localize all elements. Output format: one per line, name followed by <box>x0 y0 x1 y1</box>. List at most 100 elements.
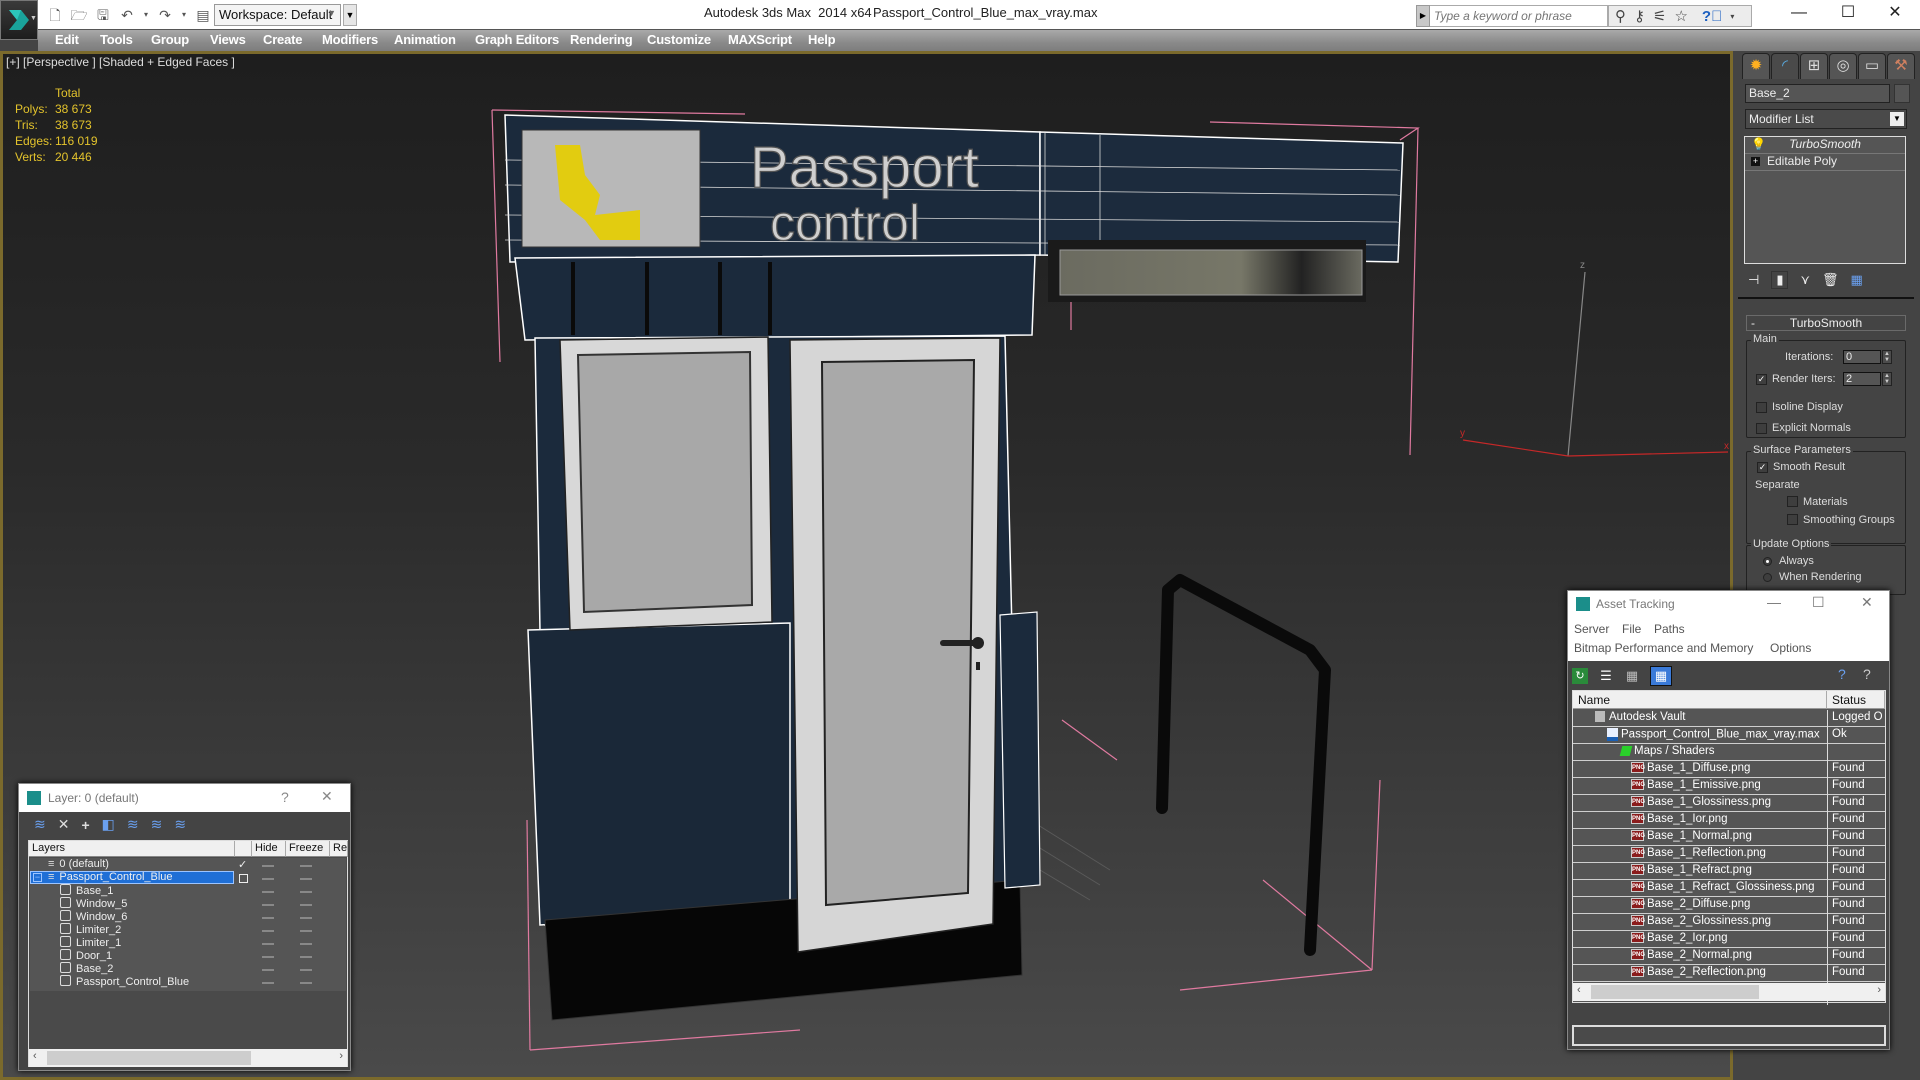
menu-maxscript[interactable]: MAXScript <box>728 32 792 47</box>
hide-toggle[interactable] <box>262 878 274 880</box>
iterations-spinner[interactable]: 0 <box>1843 350 1881 364</box>
freeze-toggle[interactable] <box>300 904 312 906</box>
asset-row[interactable]: PNG Base_1_Ior.png Found <box>1573 812 1885 829</box>
vault-help-icon[interactable]: ? <box>1838 666 1846 682</box>
maximize-button[interactable]: ☐ <box>1812 594 1825 611</box>
scroll-left-icon[interactable]: ‹ <box>33 1050 37 1062</box>
help-button[interactable]: ? <box>281 789 289 805</box>
freeze-toggle[interactable] <box>300 969 312 971</box>
menu-server[interactable]: Server <box>1574 622 1609 636</box>
maximize-button[interactable]: ☐ <box>1825 0 1871 29</box>
column-header-current[interactable] <box>235 841 252 857</box>
scrollbar-thumb[interactable] <box>1591 985 1759 999</box>
column-header-hide[interactable]: Hide <box>252 841 286 857</box>
object-color-swatch[interactable] <box>1894 84 1910 103</box>
freeze-toggle[interactable] <box>300 891 312 893</box>
new-layer-icon[interactable]: ≋ <box>34 816 46 833</box>
display-tab-icon[interactable]: ▭ <box>1858 53 1886 79</box>
configure-modifier-sets-icon[interactable]: ▦ <box>1851 272 1863 288</box>
smoothing-groups-checkbox[interactable] <box>1787 514 1798 525</box>
close-button[interactable]: ✕ <box>1861 594 1873 611</box>
hide-toggle[interactable] <box>262 930 274 932</box>
menu-paths[interactable]: Paths <box>1654 622 1685 636</box>
key-icon[interactable]: ⚷ <box>1634 7 1645 25</box>
hierarchy-tab-icon[interactable]: ⊞ <box>1800 53 1828 79</box>
asset-path-field[interactable] <box>1572 1025 1886 1046</box>
delete-layer-icon[interactable]: ✕ <box>58 816 70 833</box>
select-layer-icon[interactable]: ≋ <box>127 816 139 833</box>
help-icon[interactable]: ?⃝ <box>1702 8 1722 25</box>
add-to-layer-icon[interactable]: + <box>81 817 89 833</box>
make-unique-icon[interactable]: ⋎ <box>1800 272 1810 288</box>
search-expand-icon[interactable]: ▶ <box>1416 5 1430 27</box>
help-icon[interactable]: ? <box>1863 666 1871 682</box>
hide-toggle[interactable] <box>262 917 274 919</box>
new-file-icon[interactable]: 🗋 <box>46 6 64 24</box>
spinner-arrows-icon[interactable]: ▲ ▼ <box>1882 372 1892 386</box>
asset-row[interactable]: PNG Base_1_Glossiness.png Found <box>1573 795 1885 812</box>
modifier-list-dropdown[interactable]: Modifier List ▼ <box>1745 109 1907 129</box>
asset-row[interactable]: Autodesk Vault Logged O <box>1573 710 1885 727</box>
render-iters-checkbox[interactable]: ✓ <box>1756 374 1767 385</box>
close-button[interactable]: ✕ <box>321 788 333 805</box>
remove-modifier-icon[interactable]: 🗑 <box>1822 272 1839 288</box>
chevron-down-icon[interactable]: ▾ <box>1730 12 1734 21</box>
hide-toggle[interactable] <box>262 865 274 867</box>
hide-toggle[interactable] <box>262 956 274 958</box>
asset-row[interactable]: Maps / Shaders <box>1573 744 1885 761</box>
freeze-toggle[interactable] <box>300 917 312 919</box>
asset-row[interactable]: PNG Base_1_Diffuse.png Found <box>1573 761 1885 778</box>
expand-icon[interactable]: + <box>1751 157 1760 166</box>
app-menu-button[interactable]: ▼ <box>0 0 38 40</box>
modify-tab-icon[interactable]: ◜ <box>1771 53 1799 79</box>
layer-settings-icon[interactable]: ≋ <box>174 816 186 833</box>
highlight-layer-icon[interactable]: ≋ <box>151 816 163 833</box>
menu-modifiers[interactable]: Modifiers <box>322 32 378 47</box>
explicit-normals-checkbox[interactable] <box>1756 423 1767 434</box>
asset-horizontal-scrollbar[interactable]: ‹ › <box>1573 983 1885 1001</box>
asset-row[interactable]: Passport_Control_Blue_max_vray.max Ok <box>1573 727 1885 744</box>
workspace-dropdown[interactable]: Workspace: Default ▼ <box>214 4 341 26</box>
stack-item-turbosmooth[interactable]: 💡 TurboSmooth <box>1745 137 1905 154</box>
minimize-button[interactable]: — <box>1767 594 1781 610</box>
render-iters-spinner[interactable]: 2 <box>1843 372 1881 386</box>
menu-bitmap-performance[interactable]: Bitmap Performance and Memory <box>1574 641 1753 655</box>
column-header-name[interactable]: Name <box>1573 691 1827 709</box>
layer-horizontal-scrollbar[interactable]: ‹ › <box>29 1049 347 1067</box>
stack-item-editable-poly[interactable]: + Editable Poly <box>1745 154 1905 171</box>
column-header-freeze[interactable]: Freeze <box>286 841 330 857</box>
hide-toggle[interactable] <box>262 943 274 945</box>
asset-row[interactable]: PNG Base_1_Reflection.png Found <box>1573 846 1885 863</box>
create-tab-icon[interactable]: ✹ <box>1742 53 1770 79</box>
asset-row[interactable]: PNG Base_1_Emissive.png Found <box>1573 778 1885 795</box>
asset-row[interactable]: PNG Base_1_Refract.png Found <box>1573 863 1885 880</box>
refresh-icon[interactable]: ↻ <box>1572 668 1588 684</box>
hide-toggle[interactable] <box>262 904 274 906</box>
menu-rendering[interactable]: Rendering <box>570 32 633 47</box>
freeze-toggle[interactable] <box>300 956 312 958</box>
freeze-toggle[interactable] <box>300 943 312 945</box>
menu-tools[interactable]: Tools <box>100 32 133 47</box>
scroll-left-icon[interactable]: ‹ <box>1577 984 1581 996</box>
customize-qa-toolbar-button[interactable]: ▼ <box>343 4 357 26</box>
asset-row[interactable]: PNG Base_2_Diffuse.png Found <box>1573 897 1885 914</box>
scroll-right-icon[interactable]: › <box>339 1050 343 1062</box>
save-icon[interactable]: 🖫 <box>94 6 112 24</box>
asset-row[interactable]: PNG Base_2_Ior.png Found <box>1573 931 1885 948</box>
hide-toggle[interactable] <box>262 891 274 893</box>
pin-stack-icon[interactable]: ⊣ <box>1748 272 1759 288</box>
tree-view-icon[interactable]: ▦ <box>1624 668 1640 684</box>
star-icon[interactable]: ☆ <box>1674 7 1687 25</box>
rollout-turbosmooth-header[interactable]: - TurboSmooth <box>1746 315 1906 331</box>
hide-toggle[interactable] <box>262 969 274 971</box>
close-button[interactable]: ✕ <box>1872 0 1918 29</box>
freeze-toggle[interactable] <box>300 982 312 984</box>
redo-icon[interactable]: ↷ <box>156 6 174 24</box>
search-input[interactable] <box>1431 6 1606 26</box>
satellite-icon[interactable]: ⚟ <box>1653 7 1666 25</box>
column-header-render[interactable]: Re <box>330 841 348 857</box>
current-layer-check-icon[interactable]: ✓ <box>238 858 247 871</box>
table-view-icon[interactable]: ▦ <box>1650 666 1672 686</box>
lightbulb-icon[interactable]: 💡 <box>1751 137 1766 151</box>
menu-options[interactable]: Options <box>1770 641 1811 655</box>
